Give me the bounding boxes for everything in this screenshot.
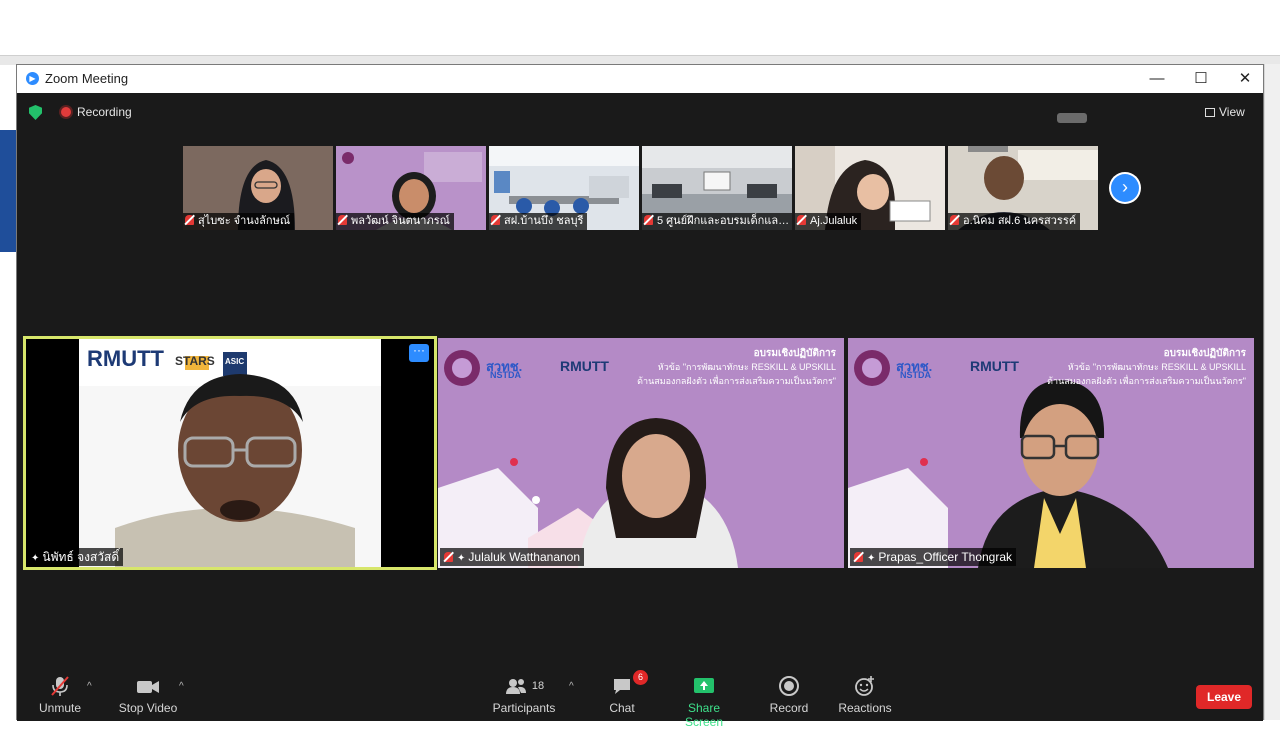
desktop-background (0, 0, 1280, 55)
mic-muted-icon (491, 215, 500, 225)
zoom-logo-icon: ▶ (26, 72, 39, 85)
grid-icon (1205, 108, 1215, 117)
participants-count: 18 (531, 680, 545, 692)
share-screen-label: Share Screen (684, 701, 724, 729)
tile-logo-brand: RMUTT (87, 346, 164, 371)
zoom-window: ▶ Zoom Meeting — ☐ ✕ Recording View สุไบ… (16, 64, 1264, 729)
leave-button[interactable]: Leave (1196, 685, 1252, 709)
recording-label: Recording (77, 105, 132, 119)
video-options-caret[interactable]: ^ (179, 681, 184, 692)
participants-button[interactable]: 18 Participants (491, 675, 557, 715)
mic-muted-icon (338, 215, 347, 225)
participants-icon (505, 679, 526, 694)
more-dots-icon: ··· (413, 343, 425, 357)
share-screen-icon (694, 678, 714, 693)
chevron-right-icon: › (1122, 177, 1128, 197)
participant-thumbnail[interactable]: Aj.Julaluk (795, 146, 945, 230)
share-screen-button[interactable]: Share Screen (669, 675, 739, 729)
desktop-left-strip (0, 130, 17, 252)
unmute-label: Unmute (38, 701, 82, 715)
slide-heading: อบรมเชิงปฏิบัติการ (753, 348, 836, 359)
participant-thumbnail[interactable]: 5 ศูนย์ฝึกและอบรมเด็กและ... (642, 146, 792, 230)
recording-icon (61, 107, 71, 117)
thumbnail-name: Aj.Julaluk (795, 213, 862, 230)
slide-heading: อบรมเชิงปฏิบัติการ (1163, 348, 1246, 359)
chat-badge: 6 (633, 670, 648, 685)
active-speaker-tile[interactable]: RMUTT STARS ASIC ··· ✦ นิพัทธ์ จงสวัสดิ์ (23, 336, 437, 570)
tile-logo-stars: STARS (175, 354, 215, 368)
mic-muted-icon (797, 215, 806, 225)
chat-button[interactable]: 6 Chat (605, 670, 648, 715)
title-bar: ▶ Zoom Meeting — ☐ ✕ (17, 65, 1263, 93)
minimize-button[interactable]: — (1135, 65, 1179, 93)
mic-muted-icon (854, 552, 863, 562)
participant-thumbnail[interactable]: สฝ.บ้านบึง ชลบุรี (489, 146, 639, 230)
participants-options-caret[interactable]: ^ (569, 681, 574, 692)
view-label: View (1219, 105, 1245, 119)
next-page-button[interactable]: › (1111, 174, 1139, 202)
participant-thumbnail[interactable]: อ.นิคม สฝ.6 นครสวรรค์ (948, 146, 1098, 230)
participant-tile[interactable]: สวทช. NSTDA RMUTT อบรมเชิงปฏิบัติการ หัว… (438, 338, 844, 568)
slide-topic-2: ด้านสมองกลฝังตัว เพื่อการส่งเสริมความเป็… (1047, 376, 1246, 386)
thumbnail-name: พลวัฒน์ จินตนาภรณ์ (336, 213, 454, 230)
participant-tile[interactable]: สวทช. NSTDA RMUTT อบรมเชิงปฏิบัติการ หัว… (848, 338, 1254, 568)
video-feed (25, 338, 435, 568)
slide-brand: RMUTT (560, 358, 609, 374)
blurred-info (1057, 113, 1087, 123)
participant-thumbnail[interactable]: สุไบซะ จำนงลักษณ์ (183, 146, 333, 230)
participants-label: Participants (492, 701, 556, 715)
video-camera-icon (137, 681, 159, 693)
mic-off-icon (51, 676, 69, 696)
slide-brand: RMUTT (970, 358, 1019, 374)
record-icon (779, 676, 799, 696)
slide-topic-2: ด้านสมองกลฝังตัว เพื่อการส่งเสริมความเป็… (637, 376, 836, 386)
reactions-button[interactable]: Reactions (837, 675, 893, 715)
pin-icon: ✦ (31, 553, 40, 564)
tile-name: ✦ นิพัทธ์ จงสวัสดิ์ (27, 548, 124, 566)
pin-icon: ✦ (867, 553, 876, 564)
mic-muted-icon (950, 215, 959, 225)
slide-topic: หัวข้อ "การพัฒนาทักษะ RESKILL & UPSKILL (657, 362, 836, 372)
view-button[interactable]: View (1205, 105, 1245, 119)
thumbnail-name: 5 ศูนย์ฝึกและอบรมเด็กและ... (642, 213, 792, 230)
tile-more-button[interactable]: ··· (409, 344, 429, 362)
mic-muted-icon (644, 215, 653, 225)
pin-icon: ✦ (457, 553, 466, 564)
meeting-toolbar: Unmute ^ Stop Video ^ 18 Participants ^ … (17, 661, 1263, 729)
thumbnail-name: อ.นิคม สฝ.6 นครสวรรค์ (948, 213, 1081, 230)
stop-video-button[interactable]: Stop Video (117, 675, 179, 715)
tile-logo-asic: ASIC (225, 357, 245, 366)
thumbnail-name: สุไบซะ จำนงลักษณ์ (183, 213, 295, 230)
chat-label: Chat (609, 701, 635, 715)
chat-icon (614, 679, 630, 694)
participant-thumbnail[interactable]: พลวัฒน์ จินตนาภรณ์ (336, 146, 486, 230)
reactions-label: Reactions (838, 701, 892, 715)
window-title: Zoom Meeting (45, 71, 129, 86)
thumbnail-name: สฝ.บ้านบึง ชลบุรี (489, 213, 588, 230)
tile-name: ✦ Prapas_Officer Thongrak (850, 548, 1017, 566)
unmute-button[interactable]: Unmute (37, 675, 83, 715)
mic-muted-icon (185, 215, 194, 225)
tile-name: ✦ Julaluk Watthananon (440, 548, 585, 566)
slide-org2: NSTDA (900, 370, 931, 380)
maximize-button[interactable]: ☐ (1179, 65, 1223, 93)
mic-muted-icon (444, 552, 453, 562)
background-scrollbar[interactable] (1264, 64, 1280, 720)
slide-topic: หัวข้อ "การพัฒนาทักษะ RESKILL & UPSKILL (1067, 362, 1246, 372)
record-label: Record (769, 701, 809, 715)
slide-org2: NSTDA (490, 370, 521, 380)
stop-video-label: Stop Video (118, 701, 178, 715)
reaction-smiley-icon (855, 676, 874, 696)
audio-options-caret[interactable]: ^ (87, 681, 92, 692)
security-shield-icon[interactable] (29, 105, 42, 120)
close-button[interactable]: ✕ (1223, 65, 1267, 93)
record-button[interactable]: Record (767, 675, 811, 715)
